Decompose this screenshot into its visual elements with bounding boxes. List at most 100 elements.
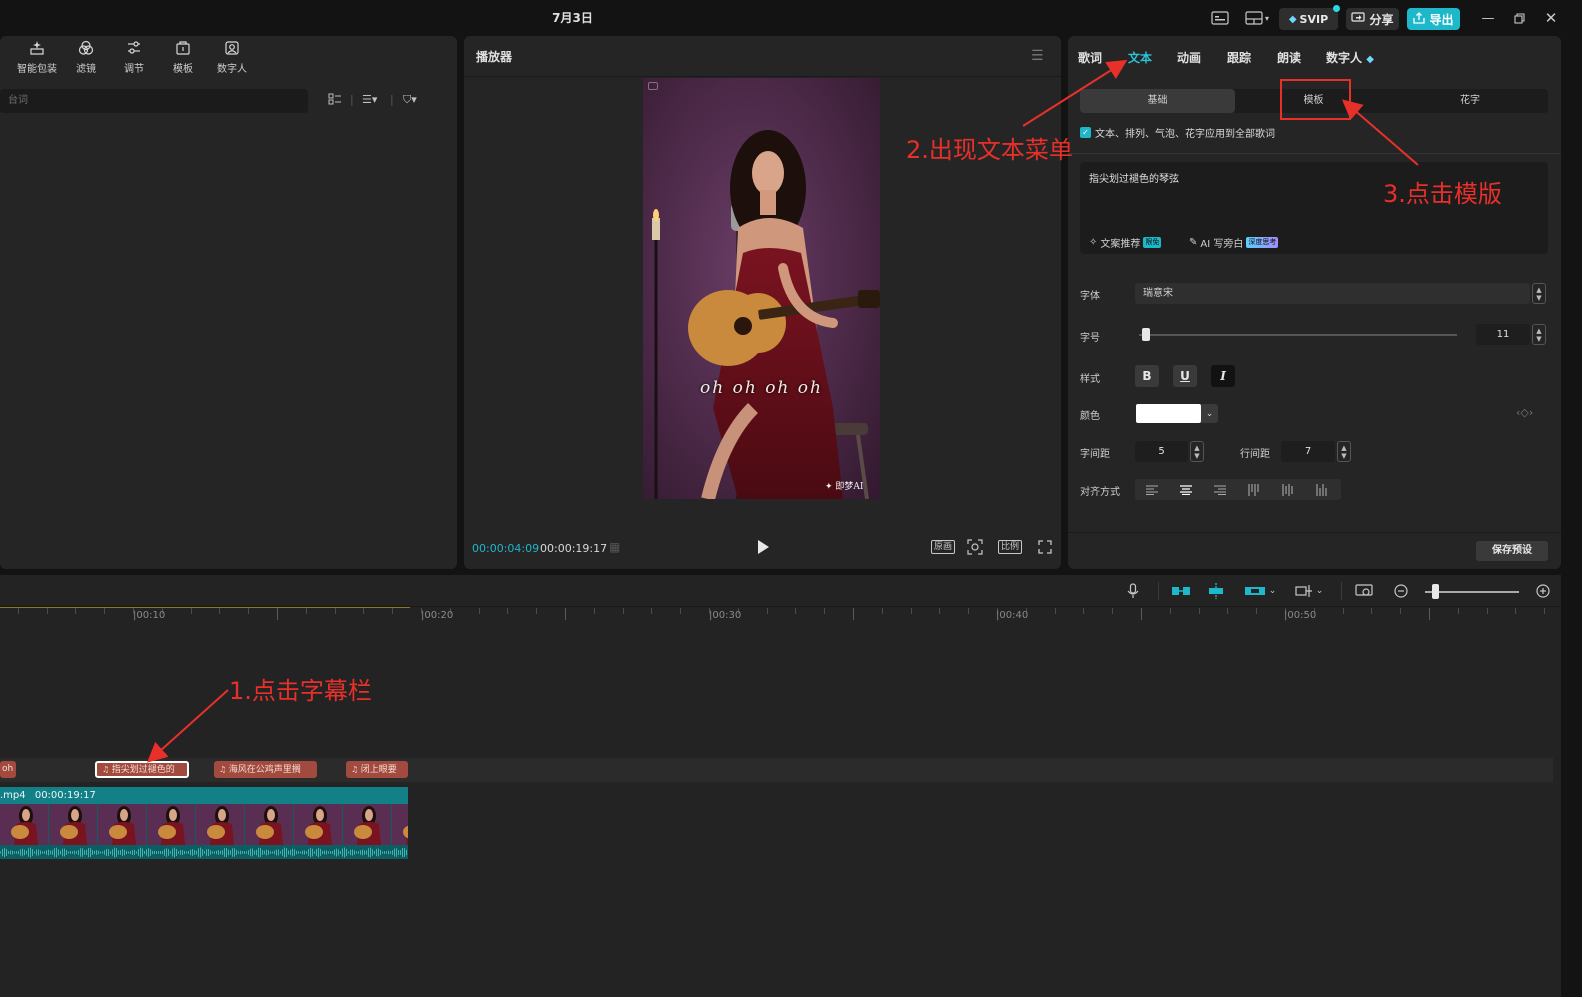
align-right-icon[interactable] bbox=[1203, 479, 1237, 500]
svip-button[interactable]: ◆ SVIP bbox=[1279, 5, 1340, 30]
tab-digital-human[interactable]: 数字人 ◆ bbox=[1326, 49, 1374, 66]
tab-text[interactable]: 文本 bbox=[1128, 49, 1152, 66]
tool-smart-package[interactable]: 智能包装 bbox=[14, 40, 60, 76]
font-stepper[interactable]: ▲ ▼ bbox=[1532, 283, 1546, 304]
subtitle-clip[interactable]: ♫ 海风在公鸡声里搁 bbox=[214, 761, 317, 778]
apply-all-checkbox[interactable]: ✓ bbox=[1080, 127, 1091, 138]
zoom-out-icon[interactable] bbox=[1392, 582, 1410, 600]
grid-view-icon[interactable] bbox=[328, 93, 342, 109]
keyframe-icon[interactable]: ‹◇› bbox=[1516, 406, 1533, 419]
size-slider-track[interactable] bbox=[1139, 334, 1457, 336]
divider bbox=[1341, 582, 1342, 600]
subtitle-clip-selected[interactable]: ♫ 指尖划过褪色的 bbox=[95, 761, 189, 778]
divider bbox=[1068, 153, 1561, 154]
preview-window-icon[interactable] bbox=[1354, 582, 1374, 600]
divider: | bbox=[350, 93, 354, 106]
tool-digital-human[interactable]: 数字人 bbox=[209, 40, 255, 76]
fullscreen-icon[interactable] bbox=[1038, 538, 1052, 556]
share-icon bbox=[1351, 11, 1366, 27]
sort-icon[interactable]: ☰▾ bbox=[362, 93, 377, 109]
tab-tracking[interactable]: 跟踪 bbox=[1227, 49, 1251, 66]
tool-adjust[interactable]: 调节 bbox=[111, 40, 157, 76]
main-track-magnet-icon[interactable] bbox=[1170, 582, 1192, 600]
tool-template[interactable]: 模板 bbox=[160, 40, 206, 76]
align-center-icon[interactable] bbox=[1169, 479, 1203, 500]
timecode-grid-icon[interactable]: ▦ bbox=[609, 538, 620, 556]
video-preview[interactable]: oh oh oh oh ✦ 即梦AI bbox=[643, 78, 880, 499]
ruler-tick bbox=[1515, 608, 1517, 614]
zoom-fit-icon[interactable] bbox=[967, 538, 983, 556]
ai-copy-recommend-button[interactable]: ✧ 文案推荐 限免 bbox=[1089, 235, 1162, 250]
line-spacing-input[interactable]: 7 bbox=[1281, 441, 1335, 462]
tool-label: 数字人 bbox=[217, 64, 247, 75]
close-icon[interactable]: ✕ bbox=[1543, 9, 1559, 27]
zoom-in-icon[interactable] bbox=[1534, 582, 1552, 600]
line-spacing-stepper[interactable]: ▲ ▼ bbox=[1337, 441, 1351, 462]
aspect-ratio-button[interactable]: 比例 bbox=[998, 538, 1023, 556]
restore-icon[interactable] bbox=[1511, 10, 1527, 26]
size-stepper[interactable]: ▲ ▼ bbox=[1532, 324, 1546, 345]
ruler-tick bbox=[1371, 608, 1373, 614]
layout-switch-icon[interactable]: ▾ bbox=[1240, 8, 1274, 28]
tab-lyrics[interactable]: 歌词 bbox=[1078, 49, 1102, 66]
share-button[interactable]: 分享 bbox=[1346, 8, 1399, 30]
linkage-icon[interactable]: ⌄ bbox=[1240, 582, 1280, 600]
zoom-slider-track[interactable] bbox=[1425, 591, 1519, 593]
ai-narration-button[interactable]: ✎ AI 写旁白 深度思考 bbox=[1189, 235, 1279, 250]
lyrics-search-input[interactable]: 台词 bbox=[0, 89, 308, 113]
video-clip-header: .mp4 00:00:19:17 bbox=[0, 787, 408, 804]
tab-read-aloud[interactable]: 朗读 bbox=[1277, 49, 1301, 66]
annotation-step3: 3.点击模版 bbox=[1383, 180, 1502, 208]
video-clip[interactable]: .mp4 00:00:19:17 bbox=[0, 787, 408, 859]
player-menu-icon[interactable]: ☰ bbox=[1031, 48, 1044, 64]
align-left-icon[interactable] bbox=[1135, 479, 1169, 500]
align-vertical-top-icon[interactable] bbox=[1237, 479, 1271, 500]
save-preset-button[interactable]: 保存预设 bbox=[1476, 541, 1548, 561]
subtitle-layout-icon[interactable] bbox=[1210, 8, 1230, 28]
align-vertical-center-icon[interactable] bbox=[1271, 479, 1305, 500]
ruler-tick bbox=[363, 608, 365, 614]
color-swatch[interactable] bbox=[1136, 404, 1201, 423]
font-select[interactable]: 瑞意宋 bbox=[1135, 283, 1530, 304]
subtab-fancy-text[interactable]: 花字 bbox=[1392, 89, 1548, 113]
ruler-tick bbox=[565, 608, 566, 620]
tab-animation[interactable]: 动画 bbox=[1177, 49, 1201, 66]
annotation-step2: 2.出现文本菜单 bbox=[906, 136, 1073, 164]
filter-dropdown-icon[interactable]: ⛉▾ bbox=[403, 93, 417, 109]
subtab-basic[interactable]: 基础 bbox=[1080, 89, 1235, 113]
ruler-tick bbox=[536, 608, 538, 614]
ruler-tick bbox=[968, 608, 970, 614]
minimize-icon[interactable]: — bbox=[1480, 10, 1496, 26]
align-vertical-bottom-icon[interactable] bbox=[1305, 479, 1339, 500]
bold-button[interactable]: B bbox=[1135, 365, 1159, 387]
current-timecode: 00:00:04:09 bbox=[472, 542, 540, 555]
text-content-value: 指尖划过褪色的琴弦 bbox=[1089, 174, 1179, 185]
audio-waveform bbox=[0, 846, 408, 859]
preview-axis-icon[interactable]: ⌄ bbox=[1290, 582, 1328, 600]
underline-button[interactable]: U bbox=[1173, 365, 1197, 387]
subtitle-clip[interactable]: oh bbox=[0, 761, 16, 778]
letter-spacing-stepper[interactable]: ▲ ▼ bbox=[1190, 441, 1204, 462]
microphone-icon[interactable] bbox=[1125, 582, 1141, 600]
subtitle-clip[interactable]: ♫ 闭上眼要 bbox=[346, 761, 408, 778]
original-label: 原画 bbox=[931, 540, 956, 554]
ruler-tick bbox=[651, 608, 653, 614]
export-button[interactable]: 导出 bbox=[1407, 8, 1460, 30]
ruler-tick bbox=[75, 608, 77, 614]
annotation-highlight-box bbox=[1280, 79, 1351, 120]
letter-spacing-input[interactable]: 5 bbox=[1135, 441, 1188, 462]
tool-filter[interactable]: 滤镜 bbox=[63, 40, 109, 76]
original-quality-button[interactable]: 原画 bbox=[931, 538, 956, 556]
color-dropdown-icon[interactable]: ⌄ bbox=[1201, 404, 1218, 423]
ruler-tick bbox=[1169, 608, 1171, 614]
template-icon bbox=[175, 40, 191, 60]
size-slider-handle[interactable] bbox=[1142, 328, 1150, 341]
work-area-bar bbox=[0, 607, 410, 608]
play-button[interactable] bbox=[756, 539, 770, 555]
zoom-slider-handle[interactable] bbox=[1432, 584, 1439, 599]
size-input[interactable]: 11 bbox=[1476, 324, 1530, 345]
auto-snap-icon[interactable] bbox=[1205, 582, 1227, 600]
italic-button[interactable]: I bbox=[1211, 365, 1235, 387]
svip-label: SVIP bbox=[1299, 12, 1329, 26]
ruler-tick bbox=[1083, 608, 1085, 614]
